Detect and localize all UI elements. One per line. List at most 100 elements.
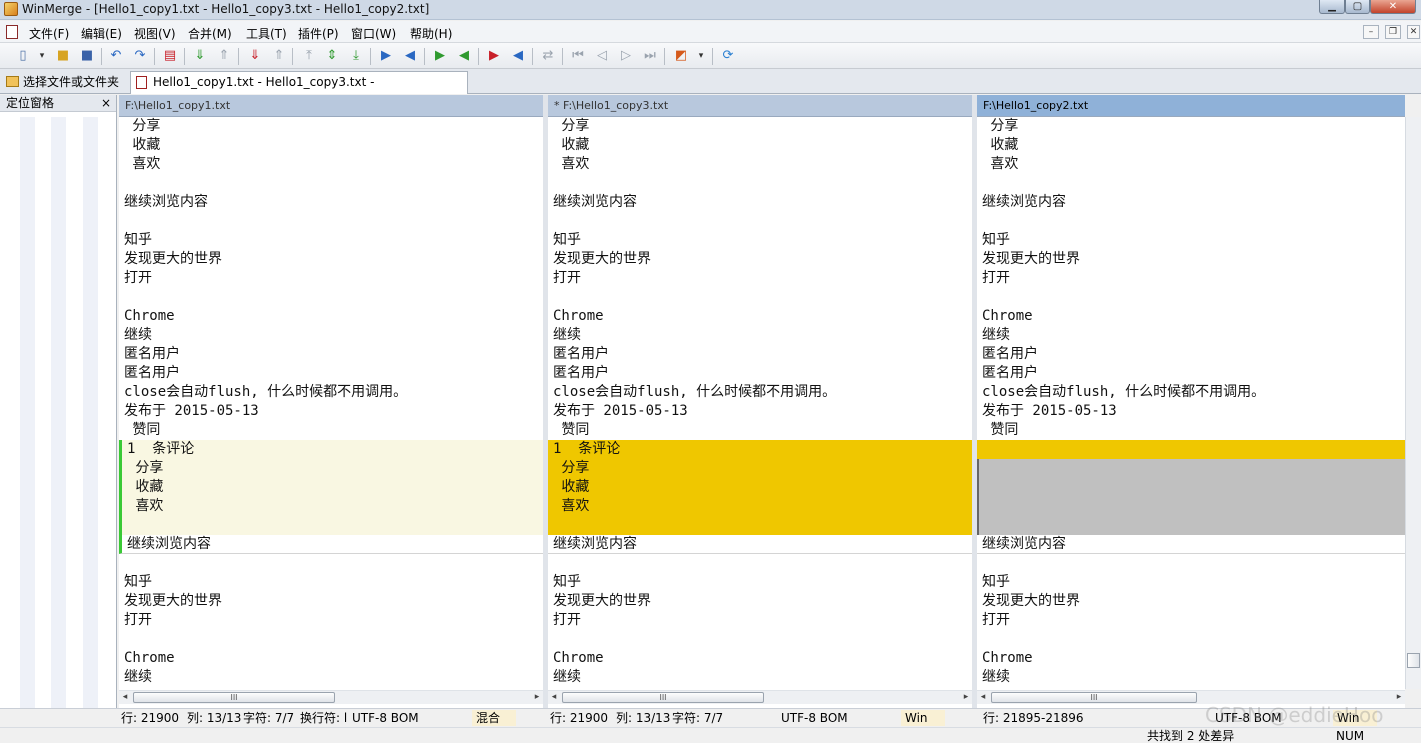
copy-right-advance-icon[interactable]: ▶ bbox=[431, 47, 449, 65]
last-diff-icon[interactable]: ⤓ bbox=[347, 47, 365, 65]
diff-pane-left[interactable]: F:\Hello1_copy1.txt 分享 收藏 喜欢 继续浏览内容 知乎 发… bbox=[119, 95, 543, 708]
next-conflict-icon[interactable]: ⇓ bbox=[246, 47, 264, 65]
diff-line-selected: 1 条评论 bbox=[548, 440, 972, 459]
missing-lines-block bbox=[977, 459, 1405, 535]
diff-pane-middle[interactable]: * F:\Hello1_copy3.txt 分享 收藏 喜欢 继续浏览内容 知乎… bbox=[548, 95, 972, 708]
copy-left-advance-icon[interactable]: ◀ bbox=[455, 47, 473, 65]
menu-help[interactable]: 帮助(H) bbox=[410, 25, 452, 42]
mdi-minimize-button[interactable]: – bbox=[1363, 25, 1379, 39]
scroll-left-icon[interactable]: ◂ bbox=[548, 691, 560, 704]
open-folder-icon[interactable]: ■ bbox=[54, 47, 72, 65]
minimize-button[interactable]: ▁ bbox=[1319, 0, 1345, 14]
location-bar-middle[interactable] bbox=[51, 117, 66, 717]
menu-edit[interactable]: 编辑(E) bbox=[81, 25, 122, 42]
location-pane-title: 定位窗格 bbox=[6, 96, 55, 110]
first-file-icon[interactable]: ⏮ bbox=[569, 47, 587, 65]
menu-plugins[interactable]: 插件(P) bbox=[298, 25, 339, 42]
toolbar-separator bbox=[664, 48, 665, 65]
copy-all-left-icon[interactable]: ◀ bbox=[509, 47, 527, 65]
new-dropdown-icon[interactable]: ▾ bbox=[33, 47, 51, 65]
scroll-thumb[interactable]: III bbox=[991, 692, 1197, 703]
menu-tools[interactable]: 工具(T) bbox=[246, 25, 287, 42]
text-line: 知乎 bbox=[124, 232, 152, 248]
prev-conflict-icon[interactable]: ⇑ bbox=[270, 47, 288, 65]
p2-char-status: 字符: 7/7 bbox=[672, 711, 724, 725]
title-bar: WinMerge - [Hello1_copy1.txt - Hello1_co… bbox=[0, 0, 1421, 20]
last-file-icon[interactable]: ⏭ bbox=[641, 47, 659, 65]
refresh-icon[interactable]: ⟳ bbox=[719, 47, 737, 65]
copy-left-icon[interactable]: ◀ bbox=[401, 47, 419, 65]
vertical-scroll-thumb[interactable] bbox=[1407, 653, 1420, 668]
current-diff-icon[interactable]: ▤ bbox=[161, 47, 179, 65]
next-file-icon[interactable]: ▷ bbox=[617, 47, 635, 65]
prev-diff-icon[interactable]: ⇑ bbox=[215, 47, 233, 65]
copy-all-right-icon[interactable]: ▶ bbox=[485, 47, 503, 65]
document-icon[interactable] bbox=[6, 25, 18, 39]
save-icon[interactable]: ■ bbox=[78, 47, 96, 65]
text-line: 赞同 bbox=[982, 422, 1019, 438]
scroll-left-icon[interactable]: ◂ bbox=[977, 691, 989, 704]
first-diff-icon[interactable]: ⤒ bbox=[300, 47, 318, 65]
menu-window[interactable]: 窗口(W) bbox=[351, 25, 396, 42]
menu-file[interactable]: 文件(F) bbox=[29, 25, 69, 42]
mdi-restore-button[interactable]: ❐ bbox=[1385, 25, 1401, 39]
mdi-close-button[interactable]: ✕ bbox=[1407, 25, 1420, 39]
prev-file-icon[interactable]: ◁ bbox=[593, 47, 611, 65]
vertical-scrollbar[interactable] bbox=[1405, 117, 1421, 689]
text-line: 继续 bbox=[553, 669, 581, 685]
text-line: 赞同 bbox=[553, 422, 590, 438]
text-line: 分享 bbox=[553, 118, 590, 134]
scroll-thumb[interactable]: III bbox=[562, 692, 764, 703]
options-dropdown-icon[interactable]: ▾ bbox=[692, 47, 710, 65]
diff-line bbox=[119, 516, 543, 535]
tab-compare-document[interactable]: Hello1_copy1.txt - Hello1_copy3.txt - He… bbox=[130, 71, 468, 109]
text-line: 匿名用户 bbox=[553, 346, 609, 362]
go-to-diff-icon[interactable]: ⇕ bbox=[323, 47, 341, 65]
text-line: 收藏 bbox=[982, 137, 1019, 153]
scroll-right-icon[interactable]: ▸ bbox=[531, 691, 543, 704]
text-line: 继续浏览内容 bbox=[548, 535, 972, 554]
text-line: 打开 bbox=[124, 612, 152, 628]
text-line: 打开 bbox=[553, 270, 581, 286]
scroll-right-icon[interactable]: ▸ bbox=[960, 691, 972, 704]
text-line: Chrome bbox=[124, 650, 175, 666]
location-pane-header: 定位窗格 × bbox=[0, 95, 116, 112]
location-bar-left[interactable] bbox=[20, 117, 35, 717]
redo-icon[interactable]: ↷ bbox=[131, 47, 149, 65]
undo-icon[interactable]: ↶ bbox=[107, 47, 125, 65]
folder-icon bbox=[6, 76, 19, 87]
toggle-diff-icon[interactable]: ⇄ bbox=[539, 47, 557, 65]
p2-row-status: 行: 21900 bbox=[550, 711, 609, 725]
diff-line: 喜欢 bbox=[119, 497, 543, 516]
close-window-button[interactable]: ✕ bbox=[1370, 0, 1416, 14]
text-line: close会自动flush, 什么时候都不用调用。 bbox=[982, 384, 1266, 400]
scroll-right-icon[interactable]: ▸ bbox=[1393, 691, 1405, 704]
scroll-thumb[interactable]: III bbox=[133, 692, 335, 703]
text-line: 喜欢 bbox=[124, 156, 161, 172]
copy-right-icon[interactable]: ▶ bbox=[377, 47, 395, 65]
horizontal-scrollbar[interactable]: ◂ III ▸ bbox=[548, 690, 972, 704]
next-diff-icon[interactable]: ⇓ bbox=[191, 47, 209, 65]
text-line: 知乎 bbox=[982, 232, 1010, 248]
text-line: 知乎 bbox=[553, 232, 581, 248]
num-lock-indicator: NUM bbox=[1336, 729, 1365, 743]
text-line: 匿名用户 bbox=[124, 346, 180, 362]
diff-line: 收藏 bbox=[119, 478, 543, 497]
options-icon[interactable]: ◩ bbox=[672, 47, 690, 65]
menu-view[interactable]: 视图(V) bbox=[134, 25, 176, 42]
location-pane-close-icon[interactable]: × bbox=[101, 95, 111, 111]
horizontal-scrollbar[interactable]: ◂ III ▸ bbox=[119, 690, 543, 704]
menu-merge[interactable]: 合并(M) bbox=[188, 25, 232, 42]
text-line: 知乎 bbox=[553, 574, 581, 590]
text-line: 打开 bbox=[982, 270, 1010, 286]
maximize-button[interactable]: ▢ bbox=[1345, 0, 1370, 14]
location-bar-right[interactable] bbox=[83, 117, 98, 717]
text-line: 收藏 bbox=[553, 137, 590, 153]
horizontal-scrollbar[interactable]: ◂ III ▸ bbox=[977, 690, 1405, 704]
diff-pane-right[interactable]: F:\Hello1_copy2.txt 分享 收藏 喜欢 继续浏览内容 知乎 发… bbox=[977, 95, 1405, 708]
scroll-left-icon[interactable]: ◂ bbox=[119, 691, 131, 704]
new-icon[interactable]: ▯ bbox=[14, 47, 32, 65]
text-line: Chrome bbox=[553, 650, 604, 666]
tab-select-files[interactable]: 选择文件或文件夹 bbox=[3, 72, 127, 92]
pane-path-header: * F:\Hello1_copy3.txt bbox=[548, 95, 972, 117]
